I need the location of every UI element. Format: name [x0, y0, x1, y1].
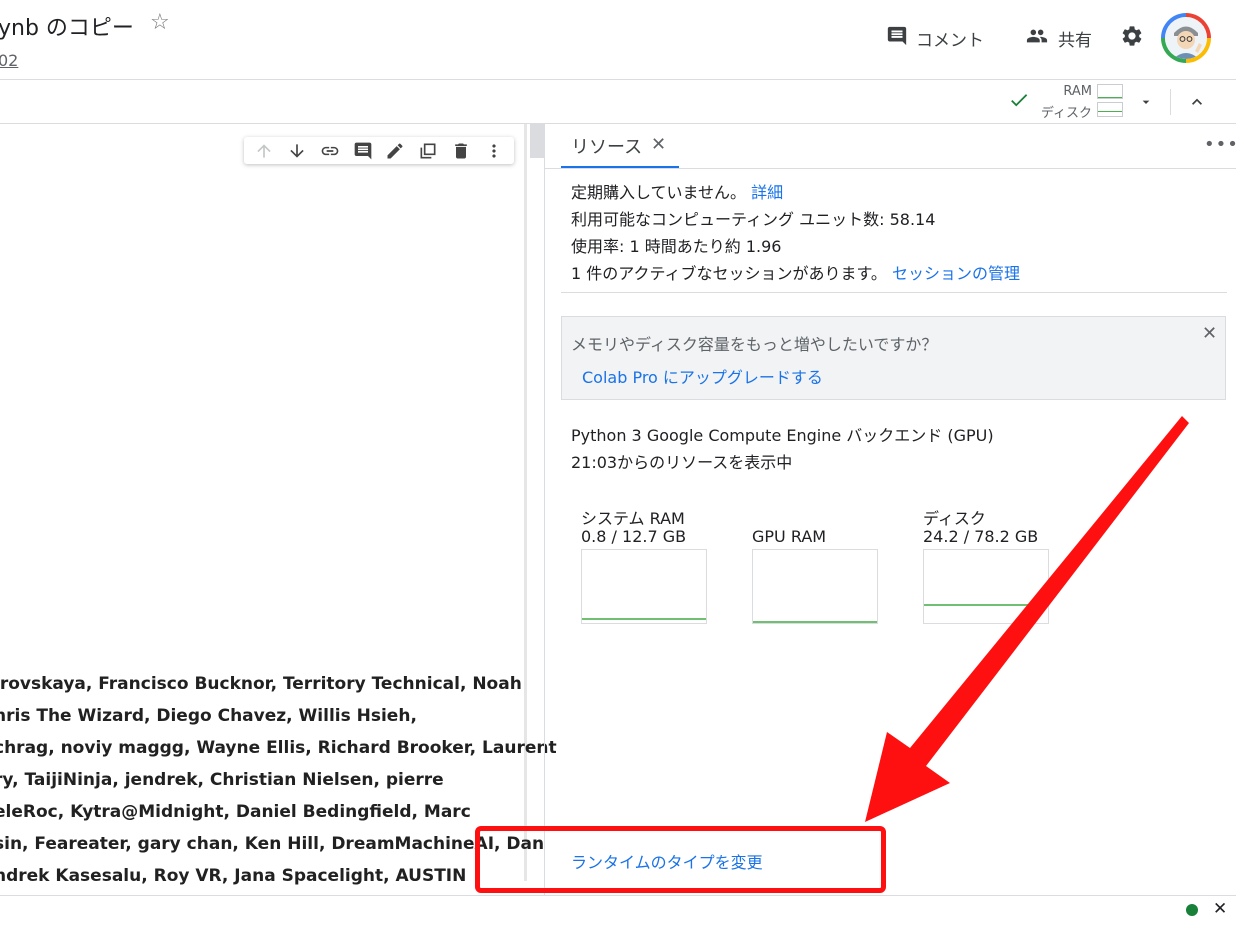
notebook-subtitle-link[interactable]: 02: [0, 51, 18, 70]
share-label: 共有: [1058, 31, 1092, 51]
text-line: irovskaya, Francisco Bucknor, Territory …: [0, 674, 522, 694]
toolbar-divider-line: [0, 123, 1236, 124]
pencil-icon[interactable]: [384, 140, 406, 162]
upgrade-link[interactable]: Colab Pro にアップグレードする: [582, 364, 823, 388]
disk-mini-gauge[interactable]: [1097, 102, 1123, 117]
gauge-fill: [582, 618, 706, 620]
gauge-label-system-ram: システム RAM: [581, 509, 685, 528]
compute-units-text: 利用可能なコンピューティング ユニット数: 58.14: [571, 210, 936, 229]
text-line: hris The Wizard, Diego Chavez, Willis Hs…: [0, 706, 417, 726]
status-dot-icon[interactable]: [1186, 904, 1198, 916]
patron-text-block: irovskaya, Francisco Bucknor, Territory …: [0, 668, 557, 892]
ram-mini-gauge[interactable]: [1097, 84, 1123, 99]
comment-icon: [886, 25, 908, 52]
tab-bar-divider: [545, 168, 1236, 169]
status-bar-divider: [0, 895, 1236, 896]
comment-button[interactable]: コメント: [886, 25, 984, 52]
annotation-highlight-box: [475, 826, 886, 893]
scrollbar-thumb[interactable]: [530, 124, 544, 158]
mirror-cell-icon[interactable]: [417, 140, 439, 162]
more-vert-icon[interactable]: [483, 140, 505, 162]
notebook-title[interactable]: ynb のコピー: [0, 10, 134, 42]
more-horiz-icon[interactable]: •••: [1204, 134, 1236, 155]
trash-icon[interactable]: [450, 140, 472, 162]
close-icon[interactable]: ✕: [1213, 899, 1227, 919]
comment-label: コメント: [916, 31, 984, 51]
comment-icon[interactable]: [352, 140, 374, 162]
avatar[interactable]: [1161, 13, 1211, 63]
annotation-arrow: [865, 416, 1189, 822]
star-icon[interactable]: ☆: [150, 10, 170, 35]
share-button[interactable]: 共有: [1024, 25, 1092, 52]
people-icon: [1024, 25, 1050, 52]
arrow-down-icon[interactable]: [286, 140, 308, 162]
gauge-value-system-ram: 0.8 / 12.7 GB: [581, 527, 687, 546]
upgrade-question: メモリやディスク容量をもっと増やしたいですか？: [571, 335, 938, 354]
chevron-up-icon[interactable]: [1187, 92, 1207, 116]
ram-indicator-label: RAM: [1063, 84, 1092, 99]
manage-sessions-link[interactable]: セッションの管理: [892, 264, 1020, 283]
cell-toolbar: [244, 137, 514, 164]
gear-icon[interactable]: [1120, 24, 1144, 52]
close-icon[interactable]: ✕: [651, 134, 666, 155]
text-line: chrag, noviy maggg, Wayne Ellis, Richard…: [0, 738, 557, 758]
system-ram-gauge: [581, 549, 707, 624]
since-text: 21:03からのリソースを表示中: [571, 453, 793, 472]
subscription-row: 定期購入していません。 詳細: [571, 179, 783, 203]
usage-rate-text: 使用率: 1 時間あたり約 1.96: [571, 237, 782, 256]
toolbar-divider: [1170, 89, 1171, 115]
header-divider: [0, 79, 1236, 80]
subscription-text: 定期購入していません。: [571, 183, 747, 202]
close-icon[interactable]: ✕: [1202, 323, 1217, 344]
details-link[interactable]: 詳細: [751, 183, 783, 202]
gauge-label-gpu-ram: GPU RAM: [752, 527, 827, 546]
text-line: ry, TaijiNinja, jendrek, Christian Niels…: [0, 770, 444, 790]
session-row: 1 件のアクティブなセッションがあります。 セッションの管理: [571, 260, 1020, 284]
runtime-dropdown-icon[interactable]: [1138, 94, 1154, 114]
cell-right-border: [524, 124, 527, 881]
session-text: 1 件のアクティブなセッションがあります。: [571, 264, 887, 283]
text-line: ndrek Kasesalu, Roy VR, Jana Spacelight,…: [0, 866, 467, 886]
text-line: sin, Feareater, gary chan, Ken Hill, Dre…: [0, 834, 545, 854]
link-icon[interactable]: [319, 140, 341, 162]
section-divider: [561, 292, 1227, 293]
side-panel-border: [544, 124, 545, 895]
arrow-up-icon[interactable]: [253, 140, 275, 162]
text-line: eleRoc, Kytra@Midnight, Daniel Bedingfie…: [0, 802, 471, 822]
tab-resources[interactable]: リソース: [571, 133, 642, 159]
disk-indicator-label: ディスク: [1040, 106, 1092, 121]
